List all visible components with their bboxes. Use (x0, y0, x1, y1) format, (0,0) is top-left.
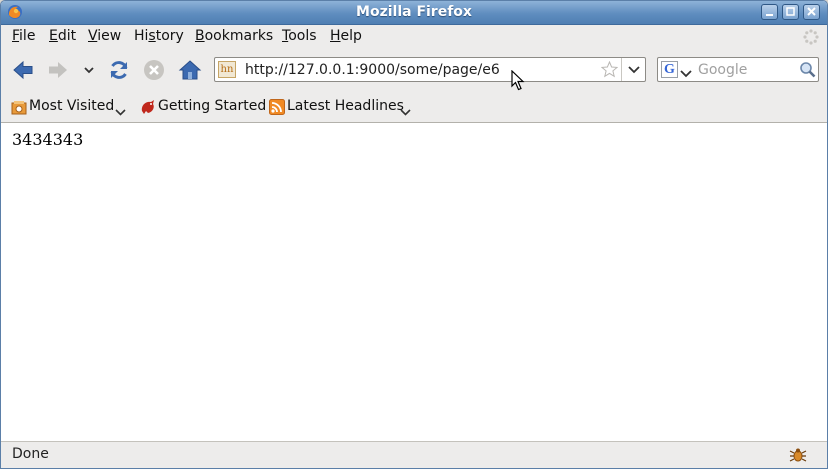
minimize-button[interactable] (761, 4, 778, 20)
menu-help-label: elp (340, 28, 362, 44)
menu-help[interactable]: Help (330, 28, 362, 44)
menu-bookmarks[interactable]: Bookmarks (195, 28, 273, 44)
menu-view-mnemonic: V (88, 28, 98, 44)
menu-tools-label: ools (288, 28, 317, 44)
forward-button[interactable] (46, 58, 70, 82)
title-bar[interactable]: Mozilla Firefox (1, 1, 827, 25)
url-text[interactable]: http://127.0.0.1:9000/some/page/e6 (245, 62, 500, 78)
most-visited-chevron-icon (115, 104, 126, 120)
page-content: 3434343 (1, 123, 827, 441)
maximize-button[interactable] (782, 4, 799, 20)
url-dropdown-chevron-icon[interactable] (621, 58, 646, 81)
site-favicon-icon: hn (218, 61, 236, 78)
menu-file-mnemonic: F (12, 28, 20, 44)
rss-feed-icon (269, 99, 285, 119)
search-engine-icon[interactable]: G (661, 61, 678, 78)
throbber-icon (803, 29, 819, 49)
bug-icon[interactable] (789, 446, 807, 468)
bookmark-latest-headlines-label: Latest Headlines (287, 98, 404, 114)
bookmark-getting-started[interactable]: Getting Started (140, 98, 266, 119)
status-text: Done (12, 446, 49, 462)
menu-edit[interactable]: Edit (49, 28, 76, 44)
menu-file-label: ile (19, 28, 36, 44)
menu-history-mnemonic: s (148, 28, 156, 44)
firefox-bookmark-icon (140, 99, 156, 119)
bookmark-getting-started-label: Getting Started (158, 98, 267, 114)
menu-help-mnemonic: H (330, 28, 341, 44)
back-button[interactable] (11, 58, 35, 82)
bookmark-most-visited[interactable]: Most Visited (11, 98, 129, 116)
page-body-text: 3434343 (12, 130, 84, 149)
history-dropdown-chevron-icon[interactable] (81, 62, 97, 78)
bookmark-most-visited-label: Most Visited (29, 98, 115, 114)
menu-bookmarks-mnemonic: B (195, 28, 205, 44)
search-magnifier-icon[interactable] (799, 61, 816, 82)
menu-view-label: iew (97, 28, 122, 44)
most-visited-icon (11, 99, 27, 119)
menu-view[interactable]: View (88, 28, 121, 44)
menu-tools[interactable]: Tools (282, 28, 317, 44)
menu-edit-mnemonic: E (49, 28, 58, 44)
menu-edit-label: dit (57, 28, 77, 44)
browser-window: Mozilla Firefox File Edit View History B… (0, 0, 828, 469)
menu-bookmarks-label: ookmarks (204, 28, 274, 44)
window-title: Mozilla Firefox (356, 4, 472, 20)
latest-headlines-chevron-icon (400, 104, 411, 120)
search-bar[interactable]: G (657, 57, 819, 82)
menu-bar: File Edit View History Bookmarks Tools H… (1, 25, 827, 49)
home-button[interactable] (178, 58, 202, 82)
bookmarks-toolbar: Most Visited Getting Started Latest Head… (1, 91, 827, 123)
menu-history-label: History (134, 28, 184, 44)
engine-dropdown-chevron-icon[interactable] (680, 66, 692, 82)
menu-file[interactable]: File (12, 28, 35, 44)
navigation-toolbar: hn http://127.0.0.1:9000/some/page/e6 G (1, 50, 827, 90)
bookmark-star-icon[interactable] (600, 60, 619, 82)
status-bar: Done (1, 441, 827, 468)
stop-button[interactable] (142, 58, 166, 82)
url-bar[interactable]: hn http://127.0.0.1:9000/some/page/e6 (214, 57, 646, 82)
bookmark-latest-headlines[interactable]: Latest Headlines (269, 98, 414, 116)
reload-button[interactable] (107, 58, 131, 82)
menu-history[interactable]: History (134, 28, 184, 44)
search-input[interactable] (696, 59, 800, 80)
close-button[interactable] (803, 4, 820, 20)
